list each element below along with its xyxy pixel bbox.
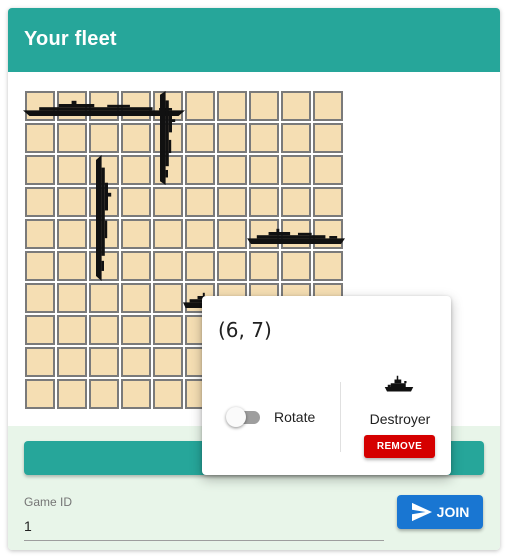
board-cell[interactable] [57, 315, 87, 345]
board-cell[interactable] [153, 347, 183, 377]
board-cell[interactable] [25, 283, 55, 313]
board-cell[interactable] [153, 283, 183, 313]
board-cell[interactable] [25, 187, 55, 217]
board-cell[interactable] [185, 123, 215, 153]
board-cell[interactable] [153, 187, 183, 217]
board-cell[interactable] [281, 187, 311, 217]
board-cell[interactable] [25, 315, 55, 345]
board-cell[interactable] [313, 155, 343, 185]
board-cell[interactable] [249, 251, 279, 281]
board-cell[interactable] [249, 155, 279, 185]
board-cell[interactable] [153, 251, 183, 281]
board-cell[interactable] [249, 91, 279, 121]
board-cell[interactable] [121, 155, 151, 185]
board-cell[interactable] [25, 219, 55, 249]
board-cell[interactable] [121, 347, 151, 377]
board-cell[interactable] [249, 187, 279, 217]
board-cell[interactable] [121, 315, 151, 345]
remove-ship-button[interactable]: REMOVE [364, 435, 435, 458]
board-cell[interactable] [217, 155, 247, 185]
board-cell[interactable] [57, 219, 87, 249]
destroyer-icon [384, 375, 414, 393]
board-cell[interactable] [57, 187, 87, 217]
cruiser-ship[interactable] [247, 228, 345, 244]
board-cell[interactable] [313, 123, 343, 153]
board-cell[interactable] [249, 123, 279, 153]
board-cell[interactable] [121, 219, 151, 249]
rotate-switch[interactable] [226, 407, 262, 427]
board-cell[interactable] [153, 219, 183, 249]
board-cell[interactable] [25, 347, 55, 377]
board-cell[interactable] [57, 123, 87, 153]
board-cell[interactable] [121, 379, 151, 409]
board-cell[interactable] [217, 123, 247, 153]
board-cell[interactable] [121, 123, 151, 153]
card-header: Your fleet [8, 8, 500, 72]
board-cell[interactable] [25, 251, 55, 281]
board-cell[interactable] [57, 155, 87, 185]
submarine-ship[interactable] [96, 155, 112, 281]
card-title: Your fleet [24, 28, 117, 50]
board-cell[interactable] [89, 315, 119, 345]
game-id-label: Game ID [24, 495, 73, 509]
board-cell[interactable] [313, 251, 343, 281]
board-cell[interactable] [89, 123, 119, 153]
board-cell[interactable] [217, 91, 247, 121]
board-cell[interactable] [217, 219, 247, 249]
board-cell[interactable] [25, 379, 55, 409]
board-cell[interactable] [25, 123, 55, 153]
board-cell[interactable] [57, 283, 87, 313]
join-button[interactable]: JOIN [397, 495, 483, 529]
board-cell[interactable] [89, 283, 119, 313]
board-cell[interactable] [89, 379, 119, 409]
cell-coordinates: (6, 7) [218, 318, 272, 342]
board-cell[interactable] [121, 283, 151, 313]
board-cell[interactable] [217, 251, 247, 281]
rotate-label: Rotate [274, 409, 316, 425]
game-id-input[interactable] [24, 512, 384, 541]
board-cell[interactable] [153, 379, 183, 409]
rotate-switch-thumb [226, 407, 246, 427]
board-cell[interactable] [121, 251, 151, 281]
board-cell[interactable] [121, 187, 151, 217]
board-cell[interactable] [313, 91, 343, 121]
board-cell[interactable] [89, 347, 119, 377]
board-cell[interactable] [185, 91, 215, 121]
board-cell[interactable] [281, 123, 311, 153]
board-cell[interactable] [185, 219, 215, 249]
join-button-label: JOIN [436, 504, 470, 520]
board-cell[interactable] [57, 379, 87, 409]
board-cell[interactable] [281, 251, 311, 281]
selected-ship-name: Destroyer [369, 411, 431, 427]
board-cell[interactable] [281, 155, 311, 185]
battleship-ship[interactable] [160, 91, 176, 185]
board-cell[interactable] [153, 315, 183, 345]
send-icon [411, 502, 432, 522]
board-cell[interactable] [185, 251, 215, 281]
board-cell[interactable] [57, 251, 87, 281]
board-cell[interactable] [57, 347, 87, 377]
board-cell[interactable] [281, 91, 311, 121]
ship-popover: (6, 7) Rotate Destroyer REMOVE [202, 296, 451, 475]
board-cell[interactable] [185, 187, 215, 217]
board-cell[interactable] [25, 155, 55, 185]
board-cell[interactable] [217, 187, 247, 217]
board-cell[interactable] [185, 155, 215, 185]
board-cell[interactable] [313, 187, 343, 217]
